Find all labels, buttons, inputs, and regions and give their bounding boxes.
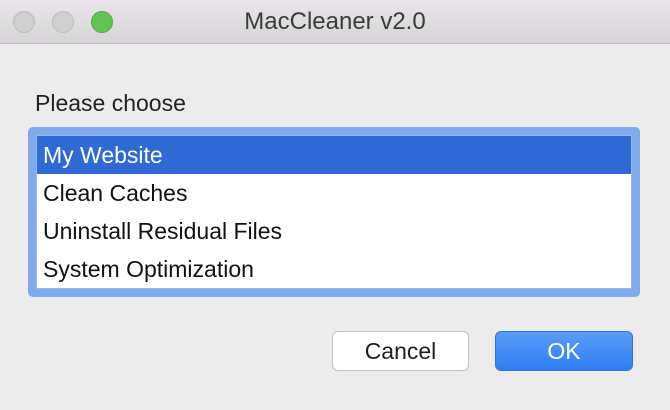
list-item-system-optimization[interactable]: System Optimization: [37, 250, 631, 288]
choice-listbox[interactable]: My Website Clean Caches Uninstall Residu…: [28, 127, 640, 297]
cancel-button[interactable]: Cancel: [332, 331, 469, 371]
choice-list: My Website Clean Caches Uninstall Residu…: [36, 135, 632, 289]
dialog-window: MacCleaner v2.0 Please choose My Website…: [0, 0, 670, 410]
title-bar[interactable]: MacCleaner v2.0: [0, 0, 670, 44]
prompt-label: Please choose: [35, 90, 186, 116]
window-title: MacCleaner v2.0: [244, 8, 426, 35]
list-item-my-website[interactable]: My Website: [37, 136, 631, 174]
ok-button[interactable]: OK: [495, 331, 633, 371]
list-item-uninstall-residual-files[interactable]: Uninstall Residual Files: [37, 212, 631, 250]
list-item-clean-caches[interactable]: Clean Caches: [37, 174, 631, 212]
